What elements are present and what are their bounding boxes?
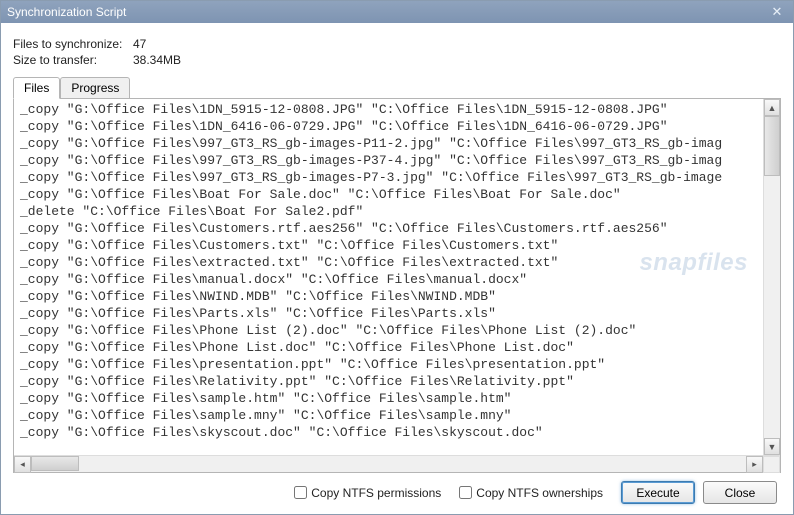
vertical-scrollbar[interactable]: ▲ ▼ [763,99,780,455]
tab-files[interactable]: Files [13,77,60,99]
script-listbox: _copy "G:\Office Files\1DN_5915-12-0808.… [14,99,780,455]
copy-ntfs-permissions-input[interactable] [294,486,307,499]
scroll-right-icon[interactable]: ▸ [746,456,763,473]
copy-ntfs-ownerships-checkbox[interactable]: Copy NTFS ownerships [459,486,603,500]
titlebar[interactable]: Synchronization Script ✕ [1,1,793,23]
size-value: 38.34MB [133,53,181,67]
sync-script-window: Synchronization Script ✕ Files to synchr… [0,0,794,515]
info-files-row: Files to synchronize: 47 [13,37,781,51]
scroll-left-icon[interactable]: ◂ [14,456,31,473]
script-list-area: _copy "G:\Office Files\1DN_5915-12-0808.… [13,99,781,473]
footer-bar: Copy NTFS permissions Copy NTFS ownershi… [13,473,781,506]
scroll-corner [763,456,780,473]
horizontal-scroll-thumb[interactable] [31,456,79,471]
horizontal-scrollbar[interactable]: ◂ ▸ [14,455,780,472]
execute-button[interactable]: Execute [621,481,695,504]
scroll-up-icon[interactable]: ▲ [764,99,780,116]
scroll-down-icon[interactable]: ▼ [764,438,780,455]
window-title: Synchronization Script [7,5,767,19]
script-lines[interactable]: _copy "G:\Office Files\1DN_5915-12-0808.… [14,99,763,455]
files-label: Files to synchronize: [13,37,133,51]
size-label: Size to transfer: [13,53,133,67]
copy-ntfs-permissions-checkbox[interactable]: Copy NTFS permissions [294,486,441,500]
tab-strip: Files Progress [13,77,781,99]
info-size-row: Size to transfer: 38.34MB [13,53,781,67]
horizontal-track[interactable] [31,456,746,472]
tab-progress[interactable]: Progress [60,77,130,98]
copy-ntfs-ownerships-label: Copy NTFS ownerships [476,486,603,500]
files-value: 47 [133,37,146,51]
copy-ntfs-ownerships-input[interactable] [459,486,472,499]
copy-ntfs-permissions-label: Copy NTFS permissions [311,486,441,500]
content-area: Files to synchronize: 47 Size to transfe… [1,23,793,514]
close-icon[interactable]: ✕ [767,4,787,20]
close-button[interactable]: Close [703,481,777,504]
vertical-scroll-thumb[interactable] [764,116,780,176]
